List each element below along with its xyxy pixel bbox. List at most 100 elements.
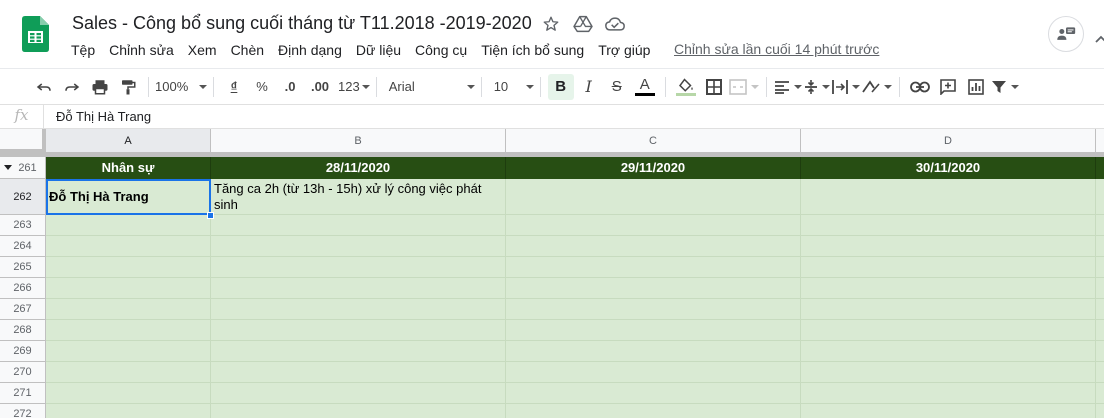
italic-button[interactable]: I xyxy=(576,74,602,100)
font-family-select[interactable]: Arial xyxy=(383,74,475,100)
last-edit-link[interactable]: Chỉnh sửa lần cuối 14 phút trước xyxy=(674,41,879,57)
text-color-button[interactable]: A xyxy=(632,74,658,100)
fx-icon: fx xyxy=(0,105,44,128)
fill-color-button[interactable] xyxy=(673,74,699,100)
menu-data[interactable]: Dữ liệu xyxy=(349,39,408,61)
menu-addons[interactable]: Tiện ích bổ sung xyxy=(474,39,591,61)
row-header-267[interactable]: 267 xyxy=(0,299,46,320)
title-actions xyxy=(541,14,625,34)
insert-link-button[interactable] xyxy=(907,74,933,100)
strikethrough-button[interactable]: S xyxy=(604,74,630,100)
menu-edit[interactable]: Chỉnh sửa xyxy=(102,39,181,61)
comments-history-button[interactable] xyxy=(1048,16,1084,52)
sheets-logo-icon[interactable] xyxy=(22,16,49,52)
text-wrap-icon xyxy=(831,79,848,94)
column-gridline xyxy=(1095,179,1096,418)
fill-handle[interactable] xyxy=(207,212,214,219)
text-color-swatch xyxy=(634,93,655,96)
text-wrapping-button[interactable] xyxy=(831,74,860,100)
text-rotation-button[interactable] xyxy=(861,74,892,100)
print-button[interactable] xyxy=(87,74,113,100)
merge-cells-icon xyxy=(728,78,747,95)
star-icon[interactable] xyxy=(541,14,561,34)
comment-history-icon xyxy=(1057,27,1076,40)
menu-file[interactable]: Tệp xyxy=(64,39,102,61)
row-header-266[interactable]: 266 xyxy=(0,278,46,299)
row-expand-icon[interactable] xyxy=(4,165,12,170)
text-color-letter: A xyxy=(639,76,650,93)
toolbar-divider xyxy=(765,76,767,97)
percent-format-button[interactable]: % xyxy=(249,74,275,100)
paint-format-icon xyxy=(122,79,136,94)
row-header-265[interactable]: 265 xyxy=(0,257,46,278)
cloud-status-icon[interactable] xyxy=(605,14,625,34)
row-gridline xyxy=(46,340,1104,341)
row-gridline xyxy=(46,277,1104,278)
row-header-264[interactable]: 264 xyxy=(0,236,46,257)
select-all-corner[interactable] xyxy=(0,129,46,153)
toolbar-divider xyxy=(375,76,377,97)
redo-button[interactable] xyxy=(59,74,85,100)
toolbar-divider xyxy=(480,76,482,97)
bold-button[interactable]: B xyxy=(547,73,574,100)
merge-cells-button[interactable] xyxy=(728,74,759,100)
chevron-down-icon xyxy=(361,84,370,89)
row-header-272[interactable]: 272 xyxy=(0,404,46,418)
zoom-select[interactable]: 100% xyxy=(155,74,207,100)
header-cell-b261[interactable]: 28/11/2020 xyxy=(211,157,506,179)
header-cell-a261[interactable]: Nhân sự xyxy=(46,157,211,179)
row-header-263[interactable]: 263 xyxy=(0,215,46,236)
column-header-a[interactable]: A xyxy=(46,129,211,153)
print-icon xyxy=(92,79,108,94)
currency-format-button[interactable]: ₫ xyxy=(221,74,247,100)
row-header-269[interactable]: 269 xyxy=(0,341,46,362)
chevron-down-icon xyxy=(525,84,534,89)
undo-button[interactable] xyxy=(31,74,57,100)
toolbar-divider xyxy=(539,76,541,97)
row-gridline xyxy=(46,235,1104,236)
header-cell-c261[interactable]: 29/11/2020 xyxy=(506,157,801,179)
row-gridline xyxy=(46,256,1104,257)
row-header-262[interactable]: 262 xyxy=(0,179,46,215)
menu-help[interactable]: Trợ giúp xyxy=(591,39,657,61)
add-comment-icon xyxy=(939,78,956,95)
column-header-e[interactable] xyxy=(1096,129,1104,153)
row-header-271[interactable]: 271 xyxy=(0,383,46,404)
column-header-c[interactable]: C xyxy=(506,129,801,153)
row-header-270[interactable]: 270 xyxy=(0,362,46,383)
header-cell-d261[interactable]: 30/11/2020 xyxy=(801,157,1096,179)
collapse-chevron-icon[interactable] xyxy=(1094,32,1104,44)
more-formats-select[interactable]: 123 xyxy=(338,74,370,100)
menu-format[interactable]: Định dạng xyxy=(271,39,349,61)
row-header-261[interactable]: 261 xyxy=(0,157,46,179)
menu-insert[interactable]: Chèn xyxy=(224,39,271,61)
font-size-select[interactable]: 10 xyxy=(488,74,534,100)
row-header-268[interactable]: 268 xyxy=(0,320,46,341)
document-title[interactable]: Sales - Công bổ sung cuối tháng từ T11.2… xyxy=(72,13,532,34)
cell-b262[interactable]: Tăng ca 2h (từ 13h - 15h) xử lý công việ… xyxy=(214,181,502,213)
increase-decimal-button[interactable]: .00 xyxy=(305,74,335,100)
insert-comment-button[interactable] xyxy=(935,74,961,100)
menu-view[interactable]: Xem xyxy=(181,39,224,61)
filter-button[interactable] xyxy=(991,74,1019,100)
borders-button[interactable] xyxy=(701,74,727,100)
menu-bar: Tệp Chỉnh sửa Xem Chèn Định dạng Dữ liệu… xyxy=(64,39,657,61)
column-header-b[interactable]: B xyxy=(211,129,506,153)
toolbar-divider xyxy=(664,76,666,97)
decrease-decimal-button[interactable]: .0 xyxy=(277,74,303,100)
chevron-down-icon xyxy=(883,84,892,89)
undo-icon xyxy=(36,82,51,91)
font-size-value: 10 xyxy=(493,79,509,94)
column-header-d[interactable]: D xyxy=(801,129,1096,153)
paint-format-button[interactable] xyxy=(115,74,141,100)
vertical-align-button[interactable] xyxy=(804,74,830,100)
formula-input[interactable]: Đỗ Thị Hà Trang xyxy=(44,109,151,124)
menu-tools[interactable]: Công cụ xyxy=(408,39,474,61)
column-gridline xyxy=(505,179,506,418)
horizontal-align-button[interactable] xyxy=(774,74,802,100)
chevron-down-icon xyxy=(851,84,860,89)
spreadsheet-grid: A B C D 261 262 263 264 265 266 267 268 … xyxy=(0,129,1104,418)
move-to-drive-icon[interactable] xyxy=(573,14,593,34)
insert-chart-button[interactable] xyxy=(963,74,989,100)
row-gridline xyxy=(46,403,1104,404)
